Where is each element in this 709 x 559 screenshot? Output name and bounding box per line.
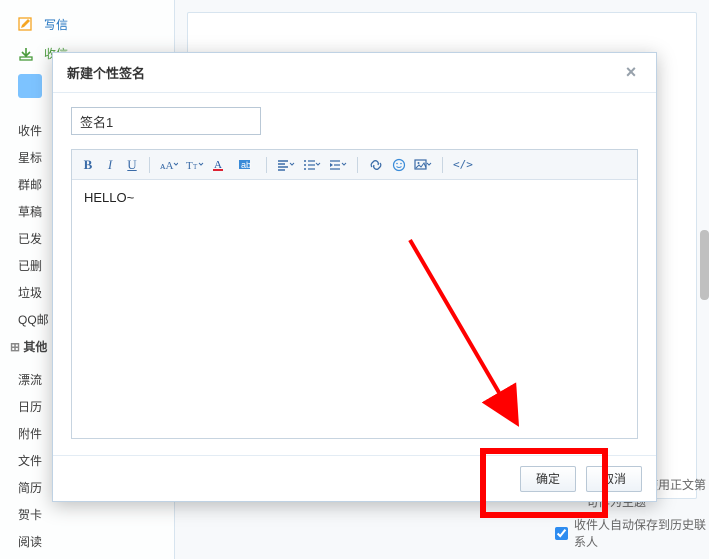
link-button[interactable] (365, 154, 387, 176)
bold-button[interactable]: B (78, 154, 98, 176)
toolbar-separator (442, 157, 443, 173)
font-size-button[interactable]: TT (183, 154, 207, 176)
editor-toolbar: B I U ᴀA TT A ab (72, 150, 637, 180)
editor-content[interactable]: HELLO~ (72, 180, 637, 438)
ok-button[interactable]: 确定 (520, 466, 576, 492)
svg-text:ab: ab (241, 160, 251, 170)
signature-name-input[interactable] (71, 107, 261, 135)
dialog-footer: 确定 取消 (53, 455, 656, 501)
italic-button[interactable]: I (100, 154, 120, 176)
image-button[interactable] (411, 154, 435, 176)
underline-button[interactable]: U (122, 154, 142, 176)
svg-text:T: T (193, 163, 198, 171)
toolbar-separator (266, 157, 267, 173)
close-icon[interactable]: × (620, 62, 642, 84)
dialog-title: 新建个性签名 (67, 63, 145, 82)
emoji-button[interactable] (389, 154, 409, 176)
cancel-button[interactable]: 取消 (586, 466, 642, 492)
font-family-button[interactable]: ᴀA (157, 154, 181, 176)
toolbar-separator (357, 157, 358, 173)
toolbar-separator (149, 157, 150, 173)
rich-editor: B I U ᴀA TT A ab (71, 149, 638, 439)
svg-text:T: T (186, 160, 193, 172)
source-button[interactable]: </> (450, 154, 476, 176)
highlight-button[interactable]: ab (235, 154, 259, 176)
dialog-body: B I U ᴀA TT A ab (53, 93, 656, 449)
list-button[interactable] (300, 154, 324, 176)
modal-overlay: 新建个性签名 × B I U ᴀA TT A (0, 0, 709, 559)
align-button[interactable] (274, 154, 298, 176)
font-color-button[interactable]: A (209, 154, 233, 176)
svg-text:ᴀA: ᴀA (160, 160, 174, 172)
dialog-titlebar: 新建个性签名 × (53, 53, 656, 93)
signature-dialog: 新建个性签名 × B I U ᴀA TT A (52, 52, 657, 502)
indent-button[interactable] (326, 154, 350, 176)
